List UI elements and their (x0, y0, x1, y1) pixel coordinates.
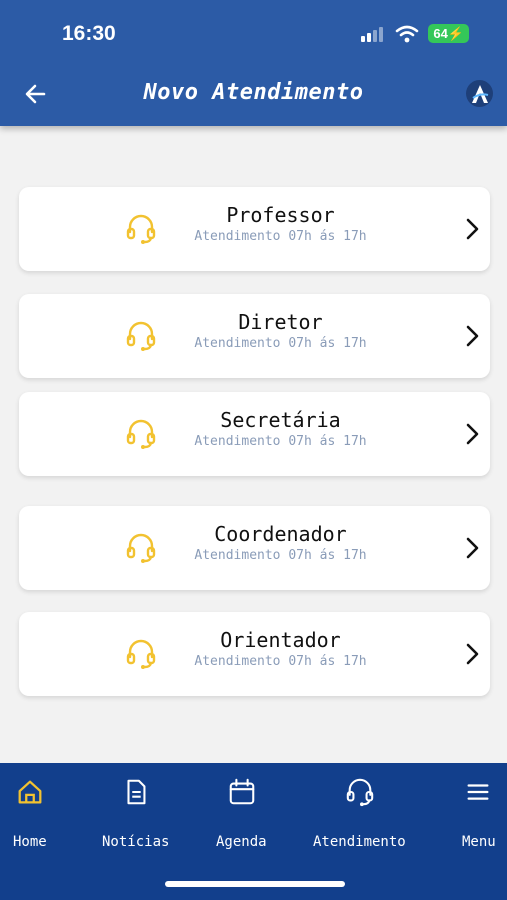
home-indicator (165, 881, 345, 887)
contact-name: Diretor (238, 310, 323, 334)
wifi-icon (396, 25, 419, 42)
contact-hours: Atendimento 07h ás 17h (194, 434, 367, 449)
chevron-right-icon (466, 218, 479, 240)
contact-name: Coordenador (214, 522, 347, 546)
contact-card[interactable]: Secretária Atendimento 07h ás 17h (19, 392, 490, 476)
nav-label: Agenda (216, 834, 267, 850)
app-logo-icon (471, 84, 488, 103)
chevron-right-icon (466, 423, 479, 445)
contact-hours: Atendimento 07h ás 17h (194, 654, 367, 669)
contact-card[interactable]: Orientador Atendimento 07h ás 17h (19, 612, 490, 696)
page-title: Novo Atendimento (143, 80, 364, 105)
contact-card[interactable]: Diretor Atendimento 07h ás 17h (19, 294, 490, 378)
contact-card[interactable]: Coordenador Atendimento 07h ás 17h (19, 506, 490, 590)
battery-indicator: 64⚡ (428, 24, 469, 43)
chevron-right-icon (466, 325, 479, 347)
nav-label: Home (13, 834, 47, 850)
contact-hours: Atendimento 07h ás 17h (194, 229, 367, 244)
contact-name: Orientador (220, 628, 341, 652)
contact-name: Secretária (220, 408, 341, 432)
bottom-navigation: Home Notícias Agenda Atendimento Menu (0, 763, 507, 900)
contact-name: Professor (226, 203, 335, 227)
nav-label: Notícias (102, 834, 170, 850)
contact-hours: Atendimento 07h ás 17h (194, 548, 367, 563)
nav-label: Atendimento (313, 834, 406, 850)
nav-label: Menu (462, 834, 496, 850)
contact-card[interactable]: Professor Atendimento 07h ás 17h (19, 187, 490, 271)
chevron-right-icon (466, 537, 479, 559)
document-icon (127, 779, 146, 805)
signal-icon (361, 26, 384, 42)
contact-hours: Atendimento 07h ás 17h (194, 336, 367, 351)
headset-icon (346, 778, 374, 807)
menu-icon (467, 784, 489, 800)
status-time: 16:30 (62, 22, 116, 45)
status-icons: 64⚡ (360, 24, 469, 43)
chevron-right-icon (466, 643, 479, 665)
home-icon (18, 780, 42, 804)
calendar-icon (229, 778, 255, 805)
app-header: 16:30 64⚡ Novo Atendimento (0, 0, 507, 126)
avatar[interactable] (466, 80, 493, 107)
